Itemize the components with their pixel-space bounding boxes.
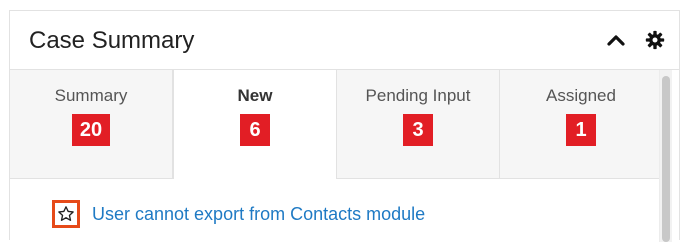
case-summary-dashlet: Case Summary Summary 20 New 6 Pending In… <box>9 10 680 242</box>
gear-icon <box>645 30 665 50</box>
list-item: User cannot export from Contacts module <box>52 200 425 228</box>
favorite-button[interactable] <box>52 200 80 228</box>
collapse-button[interactable] <box>605 29 627 51</box>
tab-label: Assigned <box>546 86 616 105</box>
case-tabs: Summary 20 New 6 Pending Input 3 Assigne… <box>10 70 662 179</box>
tab-label: Pending Input <box>365 86 471 105</box>
count-badge: 3 <box>403 114 433 146</box>
scrollbar-thumb[interactable] <box>662 76 670 242</box>
scrollbar[interactable] <box>659 70 672 242</box>
star-outline-icon <box>58 206 74 221</box>
chevron-up-icon <box>607 35 625 46</box>
dashlet-title: Case Summary <box>29 27 195 54</box>
tab-pending-input[interactable]: Pending Input 3 <box>337 70 500 179</box>
tab-label: Summary <box>54 86 128 105</box>
count-badge: 1 <box>566 114 596 146</box>
settings-button[interactable] <box>643 28 667 52</box>
tab-new[interactable]: New 6 <box>173 70 337 179</box>
count-badge: 6 <box>240 114 270 146</box>
dashlet-header: Case Summary <box>10 11 679 70</box>
tab-summary[interactable]: Summary 20 <box>10 70 173 179</box>
tab-assigned[interactable]: Assigned 1 <box>500 70 662 179</box>
tab-label: New <box>237 86 273 105</box>
case-link[interactable]: User cannot export from Contacts module <box>92 204 425 225</box>
count-badge: 20 <box>71 114 111 146</box>
